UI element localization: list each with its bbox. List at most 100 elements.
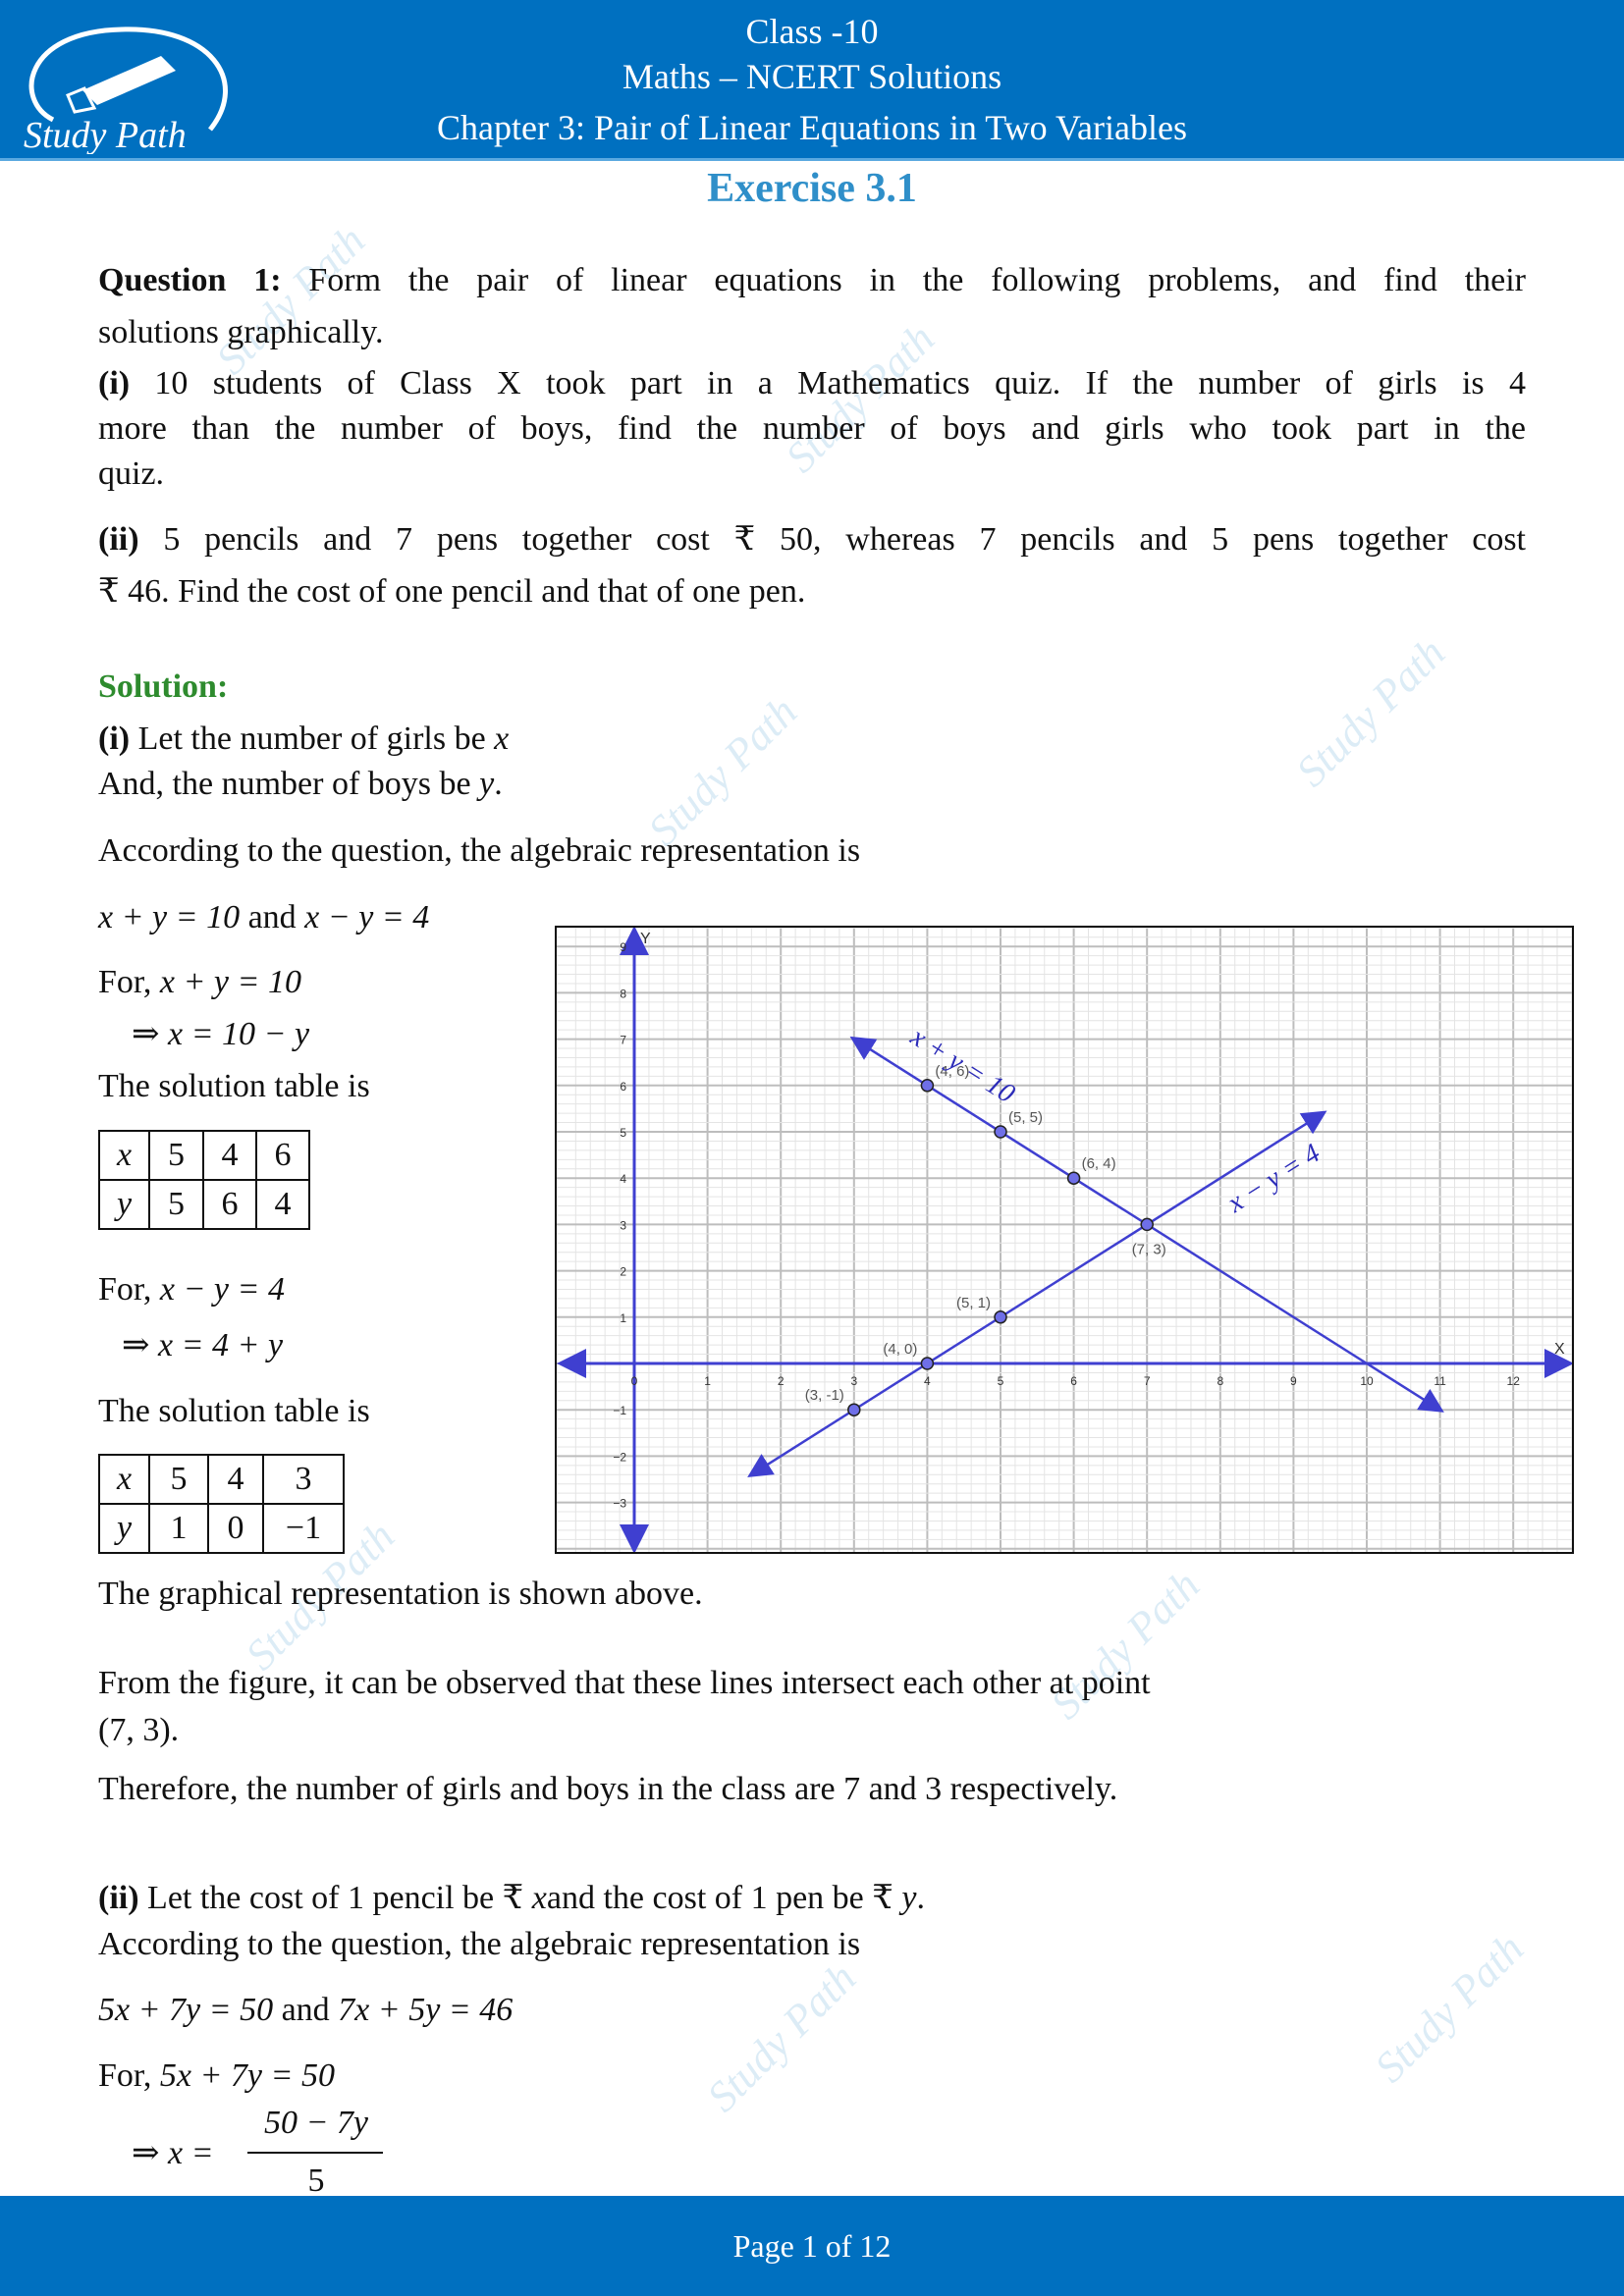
- part-label: (ii): [98, 1880, 139, 1916]
- text: For,: [98, 2057, 160, 2094]
- y-tick-label: 1: [620, 1311, 626, 1325]
- table-cell: 6: [202, 1179, 257, 1230]
- x-tick-label: 12: [1507, 1374, 1521, 1388]
- table-cell: y: [98, 1503, 150, 1554]
- text: Let the number of girls be: [130, 721, 495, 757]
- implication: ⇒ x = 10 − y: [132, 1016, 310, 1052]
- solution-line: For, 5x + 7y = 50: [98, 2051, 335, 2102]
- solution-line: (7, 3).: [98, 1712, 180, 1748]
- y-tick-label: 6: [620, 1080, 626, 1094]
- question-label: Question 1:: [98, 262, 282, 298]
- question-text: Form the pair of linear equations in the…: [281, 262, 1526, 298]
- math-var: y: [479, 766, 495, 802]
- y-tick-label: −3: [613, 1497, 626, 1511]
- question-line: Question 1: Form the pair of linear equa…: [98, 255, 1526, 306]
- table-cell: x: [98, 1454, 150, 1505]
- question-part-ii: (ii) 5 pencils and 7 pens together cost …: [98, 514, 1526, 565]
- equation: 7x + 5y = 46: [338, 1992, 514, 2028]
- solution-table-2: x543 y 1 0 −1: [98, 1454, 345, 1554]
- table-cell: 6: [255, 1130, 310, 1181]
- x-tick-label: 3: [850, 1374, 857, 1388]
- series-label: x + y = 10: [904, 1021, 1020, 1109]
- page-header: Study Path Class -10 Maths – NCERT Solut…: [0, 0, 1624, 161]
- solution-line: According to the question, the algebraic…: [98, 1926, 861, 1962]
- text: For,: [98, 964, 160, 1000]
- table-cell: 4: [255, 1179, 310, 1230]
- table-cell: 5: [148, 1130, 204, 1181]
- equation-pair: 5x + 7y = 50 and 7x + 5y = 46: [98, 1985, 513, 2036]
- data-point: [994, 1310, 1007, 1324]
- part-label: (i): [98, 365, 131, 401]
- point-label: (4, 0): [883, 1341, 917, 1358]
- solution-label: Solution:: [98, 668, 229, 705]
- question-line: ₹ 46. Find the cost of one pencil and th…: [98, 573, 806, 610]
- page-footer: Page 1 of 12: [0, 2196, 1624, 2296]
- page-number: Page 1 of 12: [732, 2228, 892, 2264]
- text: .: [494, 766, 503, 802]
- table-cell: 0: [207, 1503, 264, 1554]
- x-tick-label: 5: [998, 1374, 1004, 1388]
- text: .: [916, 1880, 926, 1916]
- equation: x + y = 10: [159, 964, 301, 1000]
- equation: x − y = 4: [304, 899, 430, 935]
- y-tick-label: 9: [620, 940, 626, 954]
- solution-line: From the figure, it can be observed that…: [98, 1665, 1151, 1701]
- text: Let the cost of 1 pencil be ₹: [138, 1880, 532, 1916]
- solution-line: For, x + y = 10: [98, 957, 301, 1008]
- math-var: x: [531, 1880, 547, 1916]
- exercise-title: Exercise 3.1: [707, 166, 917, 211]
- y-tick-label: 3: [620, 1218, 626, 1232]
- solution-line: The graphical representation is shown ab…: [98, 1575, 703, 1612]
- y-tick-label: 4: [620, 1172, 626, 1186]
- y-tick-label: 5: [620, 1126, 626, 1140]
- y-tick-label: 7: [620, 1034, 626, 1047]
- data-point: [847, 1403, 861, 1416]
- table-cell: 5: [148, 1179, 204, 1230]
- x-tick-label: 4: [924, 1374, 931, 1388]
- solution-line: (ii) Let the cost of 1 pencil be ₹ xand …: [98, 1873, 925, 1924]
- math-var: x: [494, 721, 510, 757]
- part-label: (ii): [98, 521, 139, 558]
- text: and: [273, 1992, 339, 2028]
- y-tick-label: −1: [613, 1404, 626, 1417]
- implication: ⇒ x = 4 + y: [122, 1327, 284, 1363]
- y-tick-label: 2: [620, 1265, 626, 1279]
- x-tick-label: 2: [778, 1374, 785, 1388]
- data-point: [920, 1079, 935, 1093]
- x-tick-label: 1: [704, 1374, 711, 1388]
- watermark: Study Path: [697, 1953, 866, 2121]
- equation-pair: x + y = 10 and x − y = 4: [98, 892, 429, 943]
- point-label: (6, 4): [1082, 1155, 1116, 1172]
- equation: x + y = 10: [98, 899, 241, 935]
- solution-line: According to the question, the algebraic…: [98, 832, 861, 869]
- solution-line: (i) Let the number of girls be x: [98, 714, 509, 765]
- point-label: (7, 3): [1132, 1241, 1166, 1257]
- math-var: y: [901, 1880, 917, 1916]
- x-tick-label: 10: [1360, 1374, 1374, 1388]
- solution-table-1: x546 y564: [98, 1130, 310, 1230]
- graph-figure: X Y 0 1 2 3 4 5 6 7 8 9 10 11 12 −3 −2 −1 1 2 3 4 5 6 7 8 9 (4, 6)(…: [555, 926, 1574, 1554]
- data-point: [1140, 1217, 1154, 1232]
- question-part-i: (i) 10 students of Class X took part in …: [98, 358, 1526, 409]
- equation: x − y = 4: [159, 1271, 285, 1308]
- x-tick-label: 7: [1144, 1374, 1151, 1388]
- question-line: quiz.: [98, 455, 165, 492]
- solution-line: Therefore, the number of girls and boys …: [98, 1771, 1118, 1807]
- x-tick-label: 0: [631, 1374, 638, 1388]
- y-tick-label: 8: [620, 987, 626, 1000]
- data-point: [994, 1125, 1007, 1139]
- point-label: (5, 5): [1008, 1109, 1043, 1126]
- graph-svg: XY0 1 2 3 4 5 6 7 8 9 10 11 12−3−2−1123456789(4, 6)(…: [557, 926, 1574, 1554]
- table-cell: y: [98, 1179, 150, 1230]
- x-tick-label: 11: [1434, 1374, 1446, 1388]
- part-label: (i): [98, 721, 131, 757]
- solution-line: For, x − y = 4: [98, 1264, 285, 1315]
- solution-line: The solution table is: [98, 1068, 370, 1104]
- text: And, the number of boys be: [98, 766, 480, 802]
- watermark: Study Path: [1365, 1924, 1534, 2092]
- implication-lhs: ⇒ x =: [132, 2135, 214, 2171]
- point-label: (3, -1): [805, 1387, 844, 1404]
- data-point: [1066, 1171, 1081, 1185]
- text: and the cost of 1 pen be ₹: [546, 1880, 902, 1916]
- table-cell: 4: [202, 1130, 257, 1181]
